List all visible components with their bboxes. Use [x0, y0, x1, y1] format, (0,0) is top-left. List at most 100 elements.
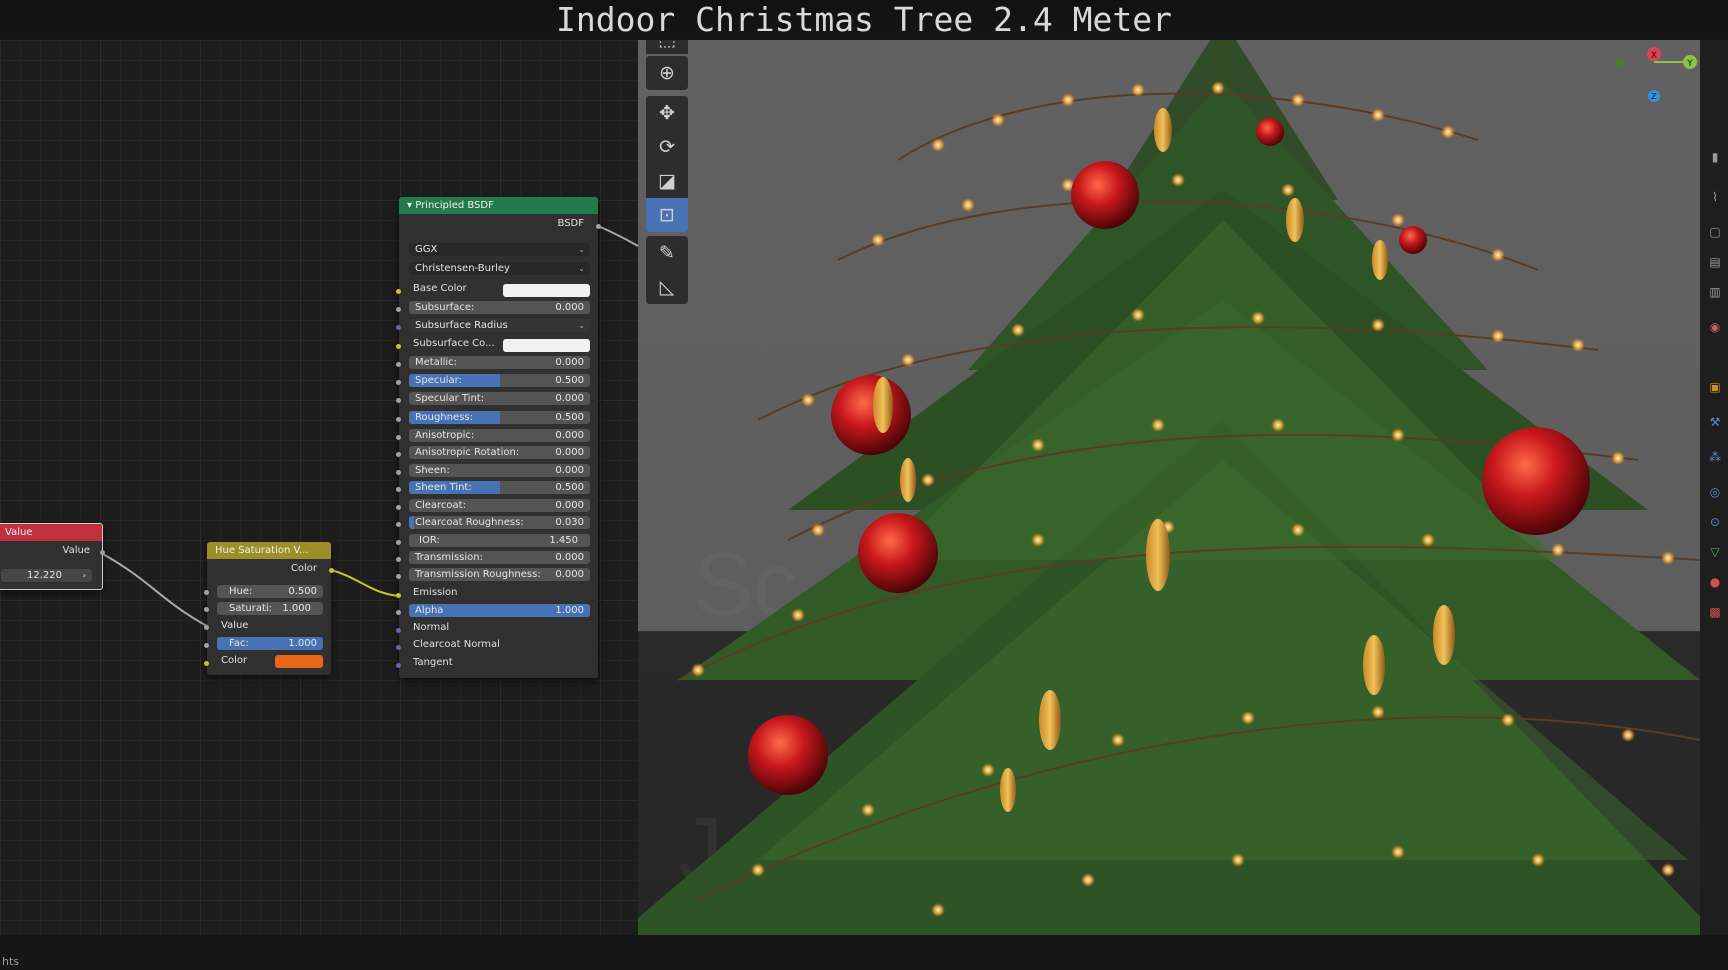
value-field-arrow-icon: › — [82, 571, 86, 580]
subsurface-color-swatch[interactable] — [503, 339, 590, 352]
status-bar — [0, 935, 1728, 970]
bsdf-node-title: Principled BSDF — [415, 200, 494, 211]
specular-socket[interactable] — [396, 380, 401, 385]
scale-tool-button[interactable]: ◪ — [646, 164, 688, 198]
alpha-slider[interactable]: Alpha 1.000 — [409, 604, 590, 617]
subsurface-field[interactable]: Subsurface: 0.000 — [409, 301, 590, 314]
value-node[interactable]: Value Value 12.220 › — [0, 523, 105, 590]
specular-slider[interactable]: Specular: 0.500 — [409, 374, 590, 387]
transmission-socket[interactable] — [396, 557, 401, 562]
node-editor[interactable]: Value Value 12.220 › Hue Saturation V...… — [0, 0, 638, 935]
color-input-socket[interactable] — [204, 661, 209, 666]
base-color-swatch[interactable] — [503, 284, 590, 297]
move-tool-button[interactable]: ✥ — [646, 96, 688, 130]
clearcoat-normal-socket[interactable] — [396, 645, 401, 650]
sheen-tint-slider[interactable]: Sheen Tint: 0.500 — [409, 481, 590, 494]
gizmo-neg-y-handle[interactable] — [1615, 57, 1625, 67]
subsurface-socket[interactable] — [396, 307, 401, 312]
fac-slider[interactable]: Fac: 1.000 — [217, 637, 323, 650]
transmission-roughness-field[interactable]: Transmission Roughness: 0.000 — [409, 568, 590, 581]
hue-color-label: Color — [221, 655, 248, 666]
alpha-slider-label: Alpha — [415, 605, 444, 616]
value-field[interactable]: 12.220 › — [1, 569, 92, 582]
navigation-gizmo[interactable]: Y X Z — [1600, 40, 1700, 120]
transmission-roughness-socket[interactable] — [396, 574, 401, 579]
tangent-socket[interactable] — [396, 663, 401, 668]
wrench-icon[interactable]: ⚒ — [1708, 415, 1722, 429]
view-tab-icon[interactable]: ⌇ — [1708, 190, 1722, 204]
bsdf-node-header[interactable]: ▾ Principled BSDF — [399, 197, 598, 214]
clearcoat-roughness-socket[interactable] — [396, 522, 401, 527]
value-node-header[interactable]: Value — [0, 524, 102, 541]
transmission-field[interactable]: Transmission: 0.000 — [409, 551, 590, 564]
metallic-field[interactable]: Metallic: 0.000 — [409, 356, 590, 369]
saturation-input-socket[interactable] — [204, 607, 209, 612]
roughness-slider-label: Roughness: — [415, 412, 473, 423]
gizmo-x-label: X — [1651, 51, 1657, 61]
anisotropic-field[interactable]: Anisotropic: 0.000 — [409, 429, 590, 442]
roughness-socket[interactable] — [396, 417, 401, 422]
roughness-slider[interactable]: Roughness: 0.500 — [409, 411, 590, 424]
modifier-tab-icon[interactable]: ▣ — [1708, 380, 1722, 394]
anisotropic-rotation-field[interactable]: Anisotropic Rotation: 0.000 — [409, 446, 590, 459]
fac-input-socket[interactable] — [204, 643, 209, 648]
subsurface-method-dropdown[interactable]: Christensen-Burley ⌄ — [409, 262, 590, 275]
3d-viewport[interactable]: Sc J — [638, 40, 1700, 935]
hue-node-header[interactable]: Hue Saturation V... — [207, 542, 331, 559]
hue-saturation-node[interactable]: Hue Saturation V... Color Hue: 0.500 Sat… — [204, 542, 334, 675]
distribution-dropdown[interactable]: GGX ⌄ — [409, 243, 590, 256]
measure-tool-button[interactable]: ◺ — [646, 270, 688, 304]
alpha-socket[interactable] — [396, 610, 401, 615]
bsdf-collapse-icon[interactable]: ▾ — [407, 200, 415, 211]
object-tab-icon[interactable]: ▢ — [1708, 225, 1722, 239]
specular-tint-field-label: Specular Tint: — [415, 393, 485, 404]
clearcoat-roughness-fill — [409, 516, 415, 529]
data-tab-icon[interactable]: ▽ — [1708, 545, 1722, 559]
clearcoat-field[interactable]: Clearcoat: 0.000 — [409, 499, 590, 512]
gizmo-z-label: Z — [1651, 92, 1657, 101]
subsurface-radius-dropdown[interactable]: Subsurface Radius ⌄ — [409, 319, 590, 332]
base-color-socket[interactable] — [396, 289, 401, 294]
clearcoat-socket[interactable] — [396, 505, 401, 510]
physics-tab-icon[interactable]: ◎ — [1708, 485, 1722, 499]
normal-socket[interactable] — [396, 628, 401, 633]
particles-tab-icon[interactable]: ⁂ — [1708, 450, 1722, 464]
sheen-tint-socket[interactable] — [396, 487, 401, 492]
hue-field[interactable]: Hue: 0.500 — [217, 585, 323, 598]
hue-color-swatch[interactable] — [275, 655, 323, 668]
anisotropic-rotation-socket[interactable] — [396, 452, 401, 457]
value-output-socket[interactable] — [100, 550, 105, 555]
sheen-socket[interactable] — [396, 470, 401, 475]
render-tab-icon[interactable]: ▤ — [1708, 255, 1722, 269]
ior-socket[interactable] — [396, 540, 401, 545]
sheen-field[interactable]: Sheen: 0.000 — [409, 464, 590, 477]
hue-output-socket[interactable] — [329, 568, 334, 573]
annotate-tool-button[interactable]: ✎ — [646, 236, 688, 270]
subsurface-color-socket[interactable] — [396, 344, 401, 349]
rotate-tool-button[interactable]: ⟳ — [646, 130, 688, 164]
ior-field[interactable]: IOR: 1.450 — [409, 534, 590, 547]
subsurface-field-label: Subsurface: — [415, 302, 475, 313]
constraints-tab-icon[interactable]: ⊙ — [1708, 515, 1722, 529]
emission-socket[interactable] — [396, 593, 401, 598]
link-bsdf-out — [597, 225, 638, 247]
anisotropic-socket[interactable] — [396, 435, 401, 440]
tool-tab-icon[interactable]: ▮ — [1708, 150, 1722, 164]
principled-bsdf-node[interactable]: ▾ Principled BSDF BSDF GGX ⌄ Christensen-… — [396, 197, 601, 678]
value-field-value: 12.220 — [27, 570, 62, 581]
saturation-field[interactable]: Saturati: 1.000 — [217, 602, 323, 615]
specular-tint-field[interactable]: Specular Tint: 0.000 — [409, 392, 590, 405]
cursor-tool-button[interactable]: ⊕ — [646, 56, 688, 90]
metallic-socket[interactable] — [396, 362, 401, 367]
subsurface-radius-socket[interactable] — [396, 325, 401, 330]
texture-tab-icon[interactable]: ▩ — [1708, 605, 1722, 619]
output-tab-icon[interactable]: ▥ — [1708, 285, 1722, 299]
value-input-socket[interactable] — [204, 625, 209, 630]
scene-tab-icon[interactable]: ◉ — [1708, 320, 1722, 334]
material-tab-icon[interactable]: ● — [1708, 575, 1722, 589]
bsdf-output-socket[interactable] — [596, 224, 601, 229]
transform-tool-button[interactable]: ⊡ — [646, 198, 688, 232]
specular-tint-socket[interactable] — [396, 398, 401, 403]
hue-input-socket[interactable] — [204, 590, 209, 595]
clearcoat-roughness-slider[interactable]: Clearcoat Roughness: 0.030 — [409, 516, 590, 529]
